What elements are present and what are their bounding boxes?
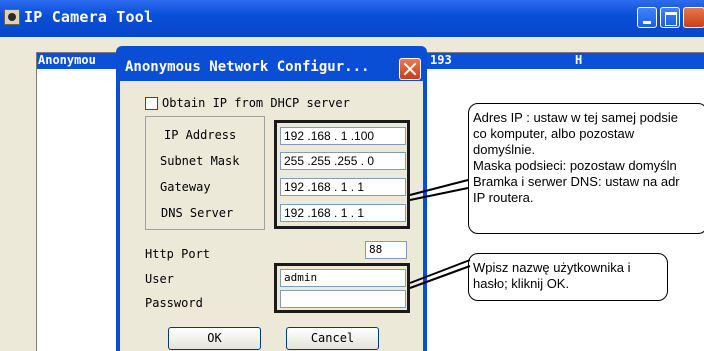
address-highlight-frame xyxy=(274,120,410,229)
ip-address-label: IP Address xyxy=(164,128,237,142)
dhcp-checkbox[interactable] xyxy=(145,97,158,110)
main-window-title: IP Camera Tool xyxy=(24,8,154,26)
subnet-mask-label: Subnet Mask xyxy=(160,154,240,168)
user-label: User xyxy=(145,272,174,286)
network-callout-line: domyślnie. xyxy=(473,142,536,157)
network-callout: Adres IP : ustaw w tej samej podsie co k… xyxy=(468,103,704,234)
http-port-label: Http Port xyxy=(145,247,211,261)
dns-server-label: DNS Server xyxy=(161,206,234,220)
window-close-button[interactable] xyxy=(683,7,704,28)
network-callout-line: IP routera. xyxy=(473,190,534,205)
camera-app-icon xyxy=(4,9,20,25)
network-callout-line: Bramka i serwer DNS: ustaw na adr xyxy=(473,174,680,189)
maximize-button[interactable] xyxy=(660,7,680,28)
network-callout-line: Maska podsieci: pozostaw domyśln xyxy=(473,158,677,173)
main-window-titlebar[interactable]: IP Camera Tool xyxy=(0,0,704,37)
network-callout-line: Adres IP : ustaw w tej samej podsie xyxy=(473,110,678,125)
login-callout-line: hasło; kliknij OK. xyxy=(473,276,570,291)
http-port-field[interactable]: 88 xyxy=(365,241,407,259)
list-column-h[interactable]: H xyxy=(575,53,582,67)
ok-button[interactable]: OK xyxy=(168,327,261,350)
login-callout: Wpisz nazwę użytkownika i hasło; kliknij… xyxy=(468,253,668,301)
dhcp-label: Obtain IP from DHCP server xyxy=(162,96,350,110)
cancel-button[interactable]: Cancel xyxy=(286,327,379,350)
list-column-ip[interactable]: 193 xyxy=(430,53,452,67)
list-left-margin xyxy=(0,52,36,351)
login-highlight-frame xyxy=(274,263,410,313)
dialog-title: Anonymous Network Configur... xyxy=(125,59,370,75)
dialog-close-button[interactable] xyxy=(399,58,421,80)
login-callout-line: Wpisz nazwę użytkownika i xyxy=(473,260,631,275)
password-label: Password xyxy=(145,296,203,310)
gateway-label: Gateway xyxy=(160,180,211,194)
minimize-button[interactable] xyxy=(637,7,657,28)
network-callout-line: co komputer, albo pozostaw xyxy=(473,126,635,141)
list-column-name[interactable]: Anonymou xyxy=(38,53,96,67)
